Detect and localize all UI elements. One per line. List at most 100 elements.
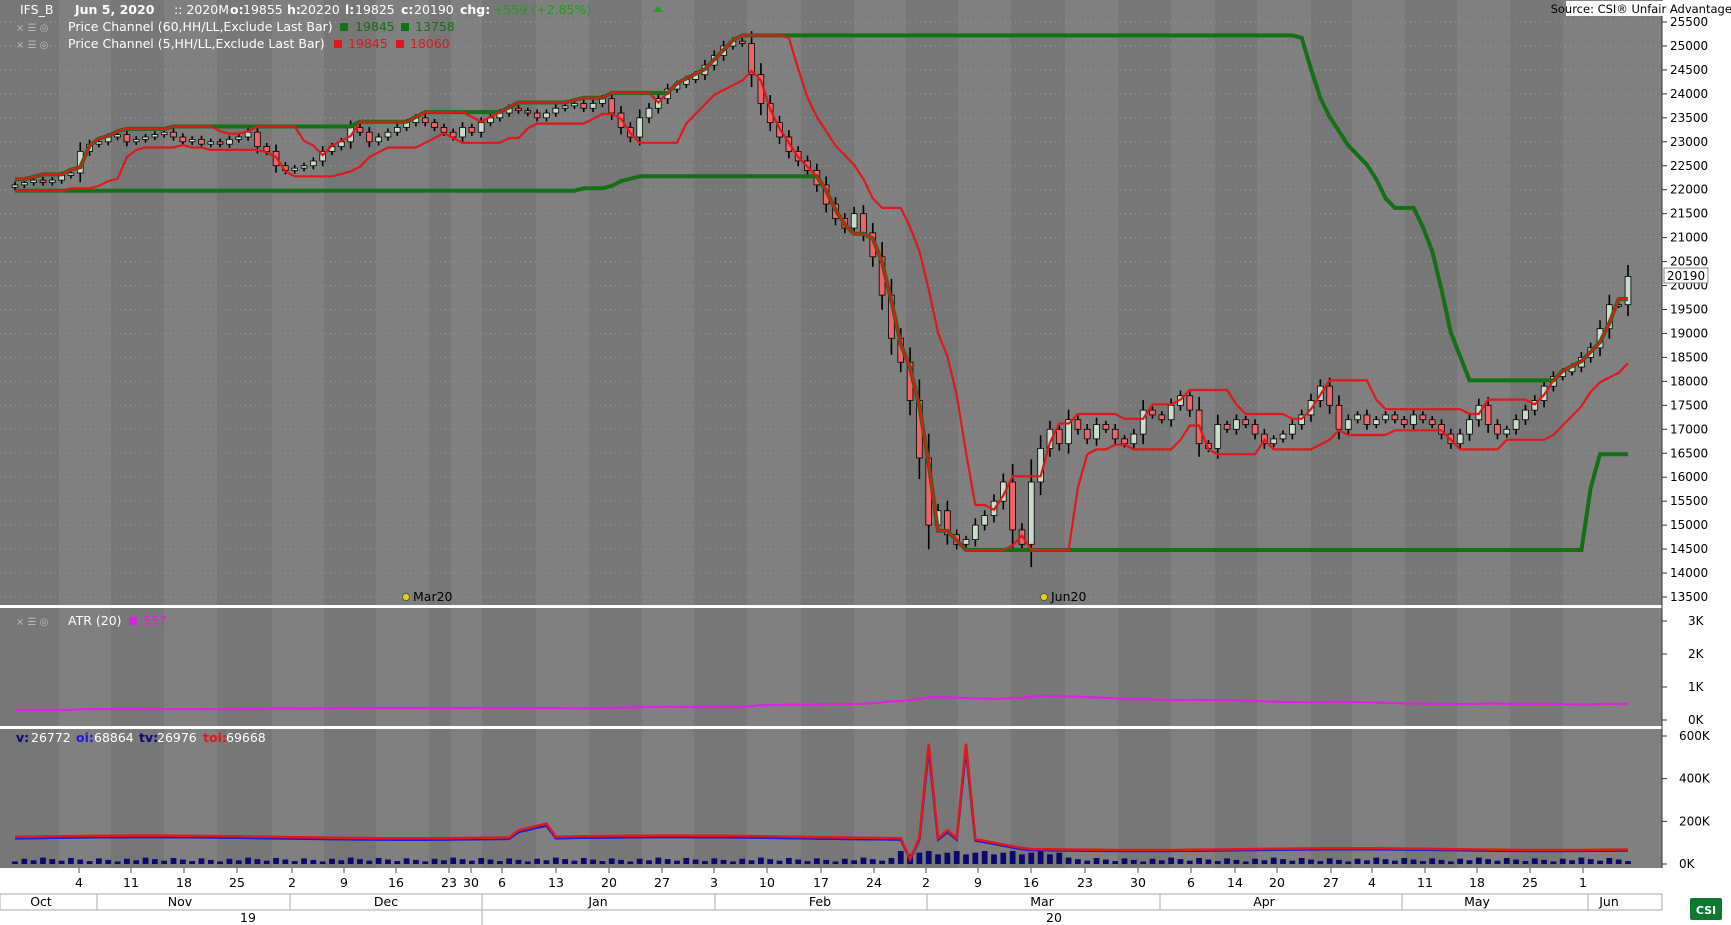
volume-bar bbox=[319, 861, 326, 864]
candle-up bbox=[1289, 424, 1296, 435]
volume-bar bbox=[40, 857, 46, 864]
candle-down bbox=[860, 213, 867, 234]
volume-bar bbox=[366, 860, 373, 864]
date-tick-label: 13 bbox=[548, 875, 564, 890]
candle-up bbox=[981, 515, 988, 526]
volume-bar bbox=[105, 859, 112, 864]
candle-down bbox=[254, 131, 261, 147]
pc5-lo-value: 18060 bbox=[410, 36, 450, 51]
volume-bar bbox=[1000, 852, 1007, 864]
panel-divider[interactable] bbox=[0, 726, 1662, 729]
candle-down bbox=[179, 136, 187, 143]
volume-bar bbox=[869, 859, 876, 864]
high-label: h: bbox=[287, 2, 301, 17]
date-tick-label: 30 bbox=[463, 875, 479, 890]
expiry-marker-label: Jun20 bbox=[1050, 589, 1086, 604]
volume-bar bbox=[804, 861, 811, 864]
volume-bar bbox=[552, 857, 559, 864]
price-tick-label: 17500 bbox=[1670, 398, 1708, 412]
volume-bar bbox=[1168, 857, 1175, 864]
date-tick-label: 23 bbox=[441, 875, 457, 890]
atr-legend-label: ATR (20) bbox=[68, 613, 122, 628]
date-tick-label: 18 bbox=[1469, 875, 1485, 890]
volume-bar bbox=[935, 854, 941, 864]
candle-up bbox=[962, 539, 970, 545]
candle-down bbox=[1149, 409, 1156, 416]
volume-bar bbox=[431, 858, 438, 864]
vol-toi-value: 69668 bbox=[226, 730, 266, 745]
date-tick-label: 10 bbox=[759, 875, 775, 890]
volume-bar bbox=[683, 857, 690, 864]
date-tick-label: 14 bbox=[1227, 875, 1243, 890]
volume-bar bbox=[972, 852, 979, 864]
volume-bar bbox=[767, 859, 774, 864]
volume-bar bbox=[646, 860, 652, 864]
header-legend: IFS_B Jun 5, 2020 :: 2020M o: 19855 h: 2… bbox=[16, 1, 1731, 745]
month-label: Nov bbox=[168, 894, 193, 909]
volume-bar bbox=[1569, 860, 1575, 864]
candle-up bbox=[291, 167, 299, 171]
price-tick-label: 22000 bbox=[1670, 183, 1708, 197]
volume-bar bbox=[543, 860, 550, 864]
volume-bar bbox=[1093, 857, 1100, 864]
candle-down bbox=[1391, 414, 1399, 421]
date-tick-label: 18 bbox=[176, 875, 192, 890]
date-tick-label: 17 bbox=[813, 875, 829, 890]
close-icon[interactable]: × ☰ ◎ bbox=[16, 40, 48, 51]
candle-up bbox=[1503, 428, 1511, 435]
volume-bar bbox=[953, 850, 960, 864]
candle-down bbox=[1335, 404, 1343, 430]
low-value: 19825 bbox=[355, 2, 395, 17]
candle-up bbox=[235, 136, 243, 140]
background-band bbox=[801, 0, 854, 868]
atr-value: 557 bbox=[143, 613, 167, 628]
candle-up bbox=[1354, 414, 1361, 421]
close-value: 20190 bbox=[414, 2, 454, 17]
date-tick-label: 11 bbox=[1417, 875, 1433, 890]
candle-down bbox=[440, 127, 448, 133]
volume-bar bbox=[357, 859, 363, 864]
volume-bar bbox=[1392, 860, 1398, 864]
year-label: 20 bbox=[1046, 910, 1062, 925]
candle-down bbox=[515, 107, 522, 112]
price-tick-label: 18000 bbox=[1670, 374, 1708, 388]
pc60-hi-swatch bbox=[340, 23, 348, 31]
price-tick-label: 16000 bbox=[1670, 470, 1708, 484]
volume-bar bbox=[1280, 859, 1286, 864]
close-icon[interactable]: × ☰ ◎ bbox=[16, 23, 48, 34]
source-label: Source: CSI® Unfair Advantage® bbox=[1551, 2, 1731, 16]
month-label: May bbox=[1464, 894, 1490, 909]
atr-swatch bbox=[129, 617, 137, 625]
date-tick-label: 2 bbox=[288, 875, 296, 890]
volume-bar bbox=[739, 858, 746, 864]
volume-bar bbox=[77, 859, 84, 864]
candle-up bbox=[1456, 433, 1464, 445]
candle-up bbox=[1372, 419, 1380, 425]
candle-up bbox=[310, 160, 317, 167]
candle-down bbox=[738, 40, 746, 44]
volume-bar bbox=[30, 860, 37, 864]
volume-bar bbox=[161, 860, 168, 864]
panel-divider[interactable] bbox=[0, 605, 1662, 608]
close-icon[interactable]: × ☰ ◎ bbox=[16, 617, 48, 628]
volume-bar bbox=[487, 859, 494, 864]
candle-up bbox=[589, 103, 597, 109]
volume-bar bbox=[944, 852, 951, 864]
volume-bar bbox=[981, 850, 988, 864]
volume-bar bbox=[916, 852, 923, 864]
volume-bar bbox=[1625, 861, 1631, 864]
price-tick-label: 22500 bbox=[1670, 159, 1708, 173]
csi-logo: CSI bbox=[1690, 898, 1722, 920]
volume-bar bbox=[142, 857, 149, 864]
candle-up bbox=[972, 524, 979, 540]
price-tick-label: 14000 bbox=[1670, 566, 1708, 580]
candle-up bbox=[571, 103, 578, 107]
volume-bar bbox=[1065, 857, 1072, 864]
volume-bar bbox=[1513, 859, 1520, 864]
volume-bar bbox=[562, 859, 568, 864]
volume-bar bbox=[496, 861, 503, 864]
volume-bar bbox=[730, 861, 736, 864]
candle-up bbox=[244, 131, 252, 138]
candle-up bbox=[1027, 481, 1035, 545]
volume-bar bbox=[459, 859, 466, 864]
